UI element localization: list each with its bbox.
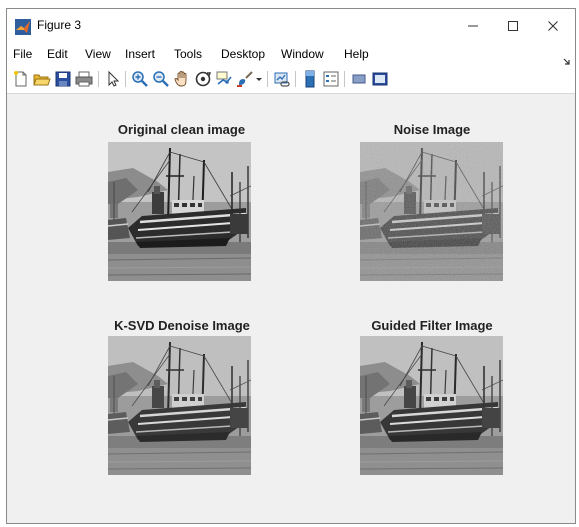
toolbar-separator [344,71,345,87]
close-icon [547,17,559,36]
maximize-button[interactable] [493,9,533,43]
noise-image[interactable] [360,142,503,281]
maximize-icon [507,17,519,36]
axes-title-noise: Noise Image [393,122,471,137]
brush-dropdown-icon[interactable] [255,70,263,88]
minimize-button[interactable] [453,9,493,43]
pointer-icon[interactable] [104,70,122,88]
ksvd-denoise-image[interactable] [108,336,251,475]
colorbar-icon[interactable] [301,70,319,88]
title-bar[interactable]: Figure 3 [7,9,575,43]
menu-bar: File Edit View Insert Tools Desktop Wind… [7,43,575,65]
minimize-icon [467,17,479,36]
toolbar-separator [98,71,99,87]
menu-window[interactable]: Window [281,47,324,61]
save-icon[interactable] [54,70,72,88]
legend-icon[interactable] [322,70,340,88]
menu-file[interactable]: File [13,47,32,61]
menu-help[interactable]: Help [344,47,369,61]
pan-icon[interactable] [173,70,191,88]
toolbar-separator [125,71,126,87]
data-cursor-icon[interactable] [215,70,233,88]
figure-window: Figure 3 File Edit View Insert Tools Des… [6,8,576,524]
toolbar-separator [295,71,296,87]
menu-view[interactable]: View [85,47,111,61]
toolbar-separator [267,71,268,87]
menu-tools[interactable]: Tools [174,47,202,61]
menu-desktop[interactable]: Desktop [221,47,265,61]
open-file-icon[interactable] [33,70,51,88]
figure-canvas[interactable]: Original clean image Noise Image K-SVD D… [7,94,575,523]
menu-edit[interactable]: Edit [47,47,68,61]
window-title: Figure 3 [37,18,82,32]
axes-title-original: Original clean image [117,122,246,137]
rotate-3d-icon[interactable] [194,70,212,88]
axes-title-guided: Guided Filter Image [371,318,493,333]
zoom-in-icon[interactable] [131,70,149,88]
original-clean-image[interactable] [108,142,251,281]
matlab-logo-icon [15,19,31,35]
menu-insert[interactable]: Insert [125,47,155,61]
brush-icon[interactable] [236,70,254,88]
figure-toolbar [7,65,575,94]
axes-title-ksvd: K-SVD Denoise Image [114,318,250,333]
hide-plot-tools-icon[interactable] [350,70,368,88]
close-button[interactable] [533,9,573,43]
guided-filter-image[interactable] [360,336,503,475]
link-plot-icon[interactable] [273,70,291,88]
print-icon[interactable] [75,70,93,88]
new-figure-icon[interactable] [12,70,30,88]
show-plot-tools-icon[interactable] [371,70,389,88]
zoom-out-icon[interactable] [152,70,170,88]
